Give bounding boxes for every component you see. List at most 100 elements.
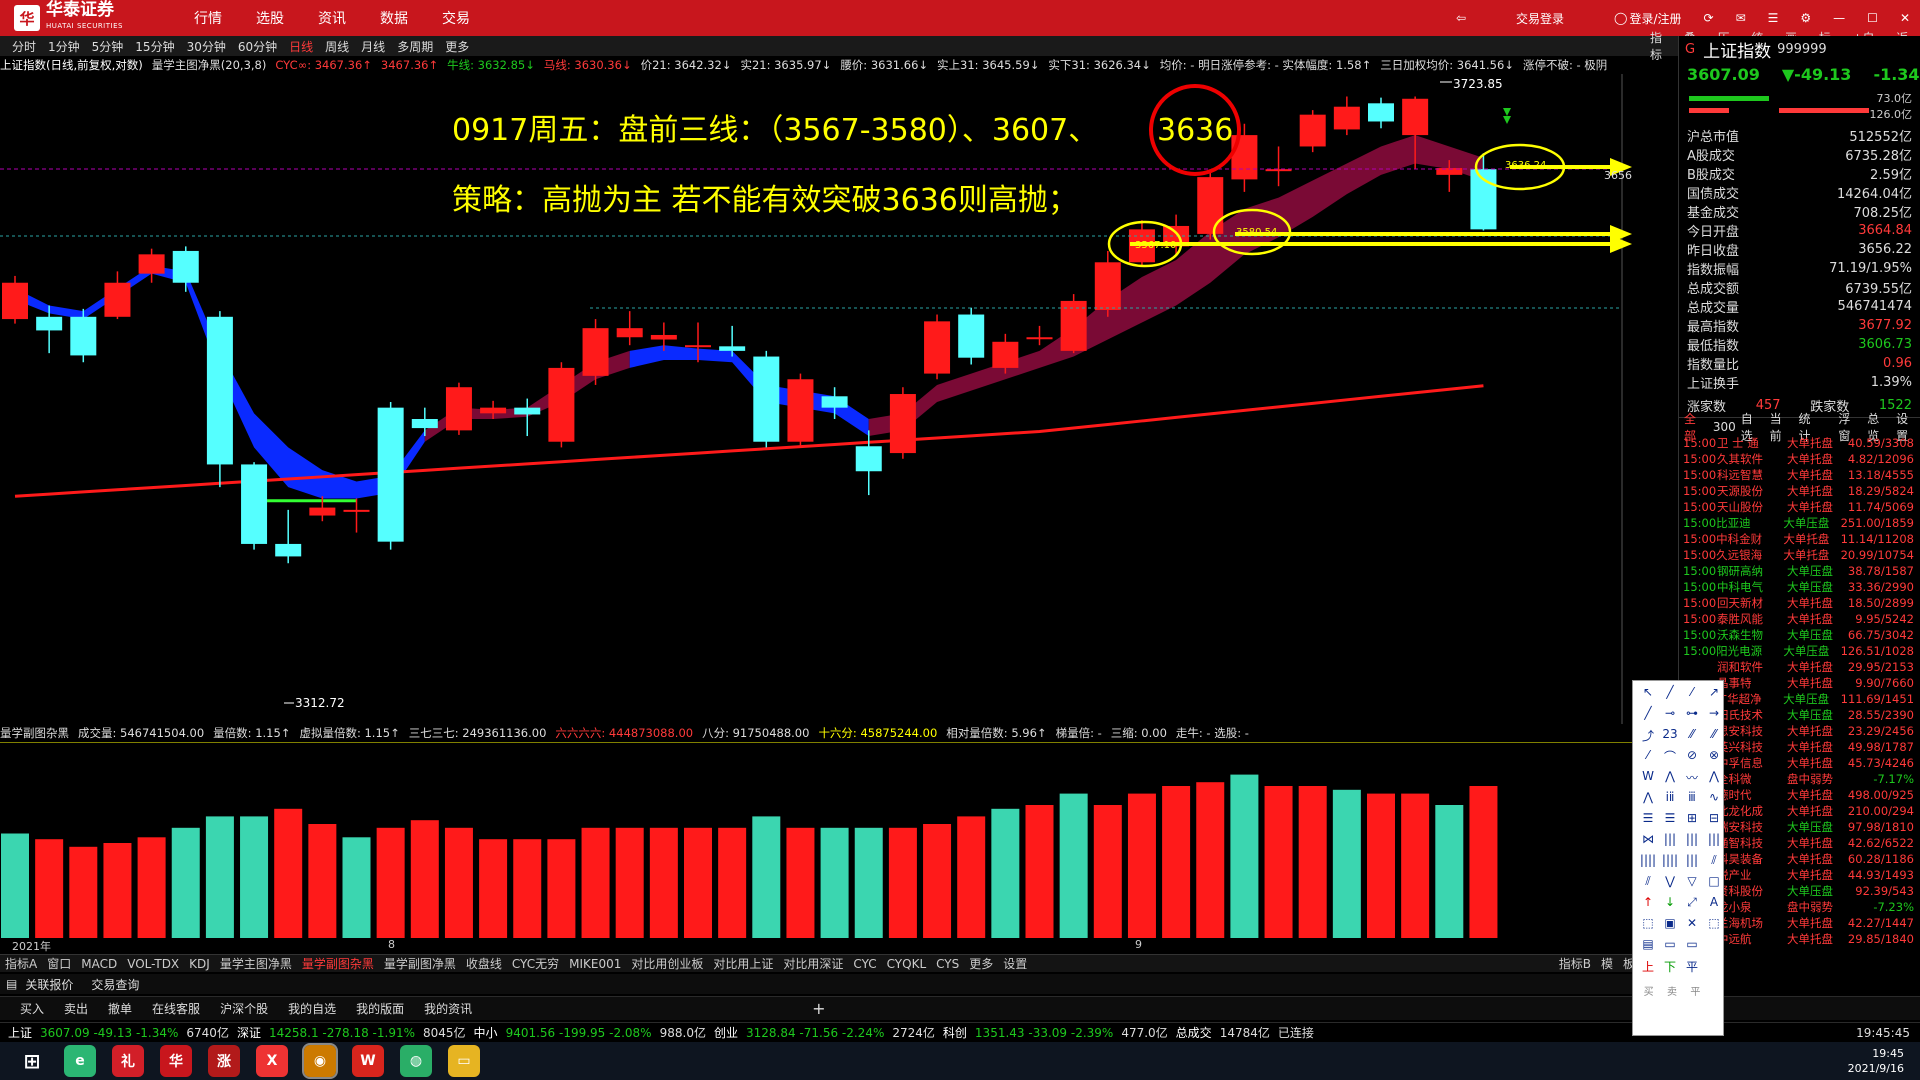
draw-tool-icon[interactable]: ∿ [1703, 790, 1725, 811]
candle[interactable] [70, 308, 97, 363]
draw-tool-icon[interactable] [1703, 937, 1725, 958]
draw-tool-icon[interactable]: |||| [1659, 853, 1681, 874]
radar-list-item[interactable]: 15:00 中科金财 大单托盘 11.14/11208 [1679, 531, 1920, 547]
indicator-tab-10[interactable]: MIKE001 [564, 957, 626, 971]
draw-tool-icon[interactable]: ↑ [1637, 895, 1659, 916]
minimize-icon[interactable]: — [1833, 11, 1845, 25]
draw-tool-icon[interactable]: ⊸ [1659, 706, 1681, 727]
wps-app-icon[interactable]: W [352, 1045, 384, 1077]
draw-tool-icon[interactable]: ▣ [1659, 916, 1681, 937]
draw-tool-icon[interactable]: ||| [1659, 832, 1681, 853]
draw-tool-icon[interactable]: ⌒ [1659, 748, 1681, 769]
draw-tool-icon[interactable]: ⊶ [1681, 706, 1703, 727]
draw-tool-icon[interactable]: W [1637, 769, 1659, 790]
draw-tool-icon[interactable]: ▽ [1681, 874, 1703, 895]
draw-tool-icon[interactable]: ↗ [1703, 685, 1725, 706]
grid-icon[interactable]: ▤ [6, 977, 17, 991]
period-tab-5[interactable]: 60分钟 [238, 38, 277, 55]
back-arrow-icon[interactable]: ⇦ [1456, 11, 1466, 25]
radar-list-item[interactable]: 15:00 久远银海 大单托盘 20.99/10754 [1679, 547, 1920, 563]
indicator-tab-1[interactable]: 窗口 [42, 955, 76, 972]
candle[interactable] [377, 401, 404, 550]
trade-button-1[interactable]: 卖出 [64, 1000, 88, 1017]
draw-tool-icon[interactable]: ⅰⅱ [1659, 790, 1681, 811]
indicator-tab-5[interactable]: 量学主图净黑 [215, 955, 297, 972]
windows-start-icon[interactable]: ⊞ [16, 1045, 48, 1077]
radar-list-item[interactable]: 15:00 卫 士 通 大单托盘 40.59/3308 [1679, 435, 1920, 451]
period-tab-1[interactable]: 1分钟 [48, 38, 80, 55]
volume-chart[interactable] [0, 742, 1640, 938]
radar-list-item[interactable]: 15:00 回天新材 大单托盘 18.50/2899 [1679, 595, 1920, 611]
gift-app-icon[interactable]: 礼 [112, 1045, 144, 1077]
menu-item-market[interactable]: 行情 [194, 8, 222, 28]
candle[interactable] [1265, 146, 1292, 187]
indicator-tab-4[interactable]: KDJ [184, 957, 215, 971]
radar-list-item[interactable]: 15:00 钢研高纳 大单压盘 38.78/1587 [1679, 563, 1920, 579]
quick-tab-trade-query[interactable]: 交易查询 [91, 976, 139, 993]
candle[interactable] [206, 311, 233, 488]
draw-tool-icon[interactable]: ⊗ [1703, 748, 1725, 769]
draw-tool-icon[interactable]: ||| [1681, 832, 1703, 853]
draw-tool-icon[interactable]: ▭ [1659, 937, 1681, 958]
period-tab-9[interactable]: 多周期 [397, 38, 433, 55]
candle[interactable] [1026, 325, 1053, 346]
draw-tool-icon[interactable]: ⤢ [1681, 895, 1703, 916]
list-tab-1[interactable]: 300 [1713, 420, 1736, 434]
candle[interactable] [616, 311, 643, 346]
candle[interactable] [855, 430, 882, 496]
indicator-tab-9[interactable]: CYC无穷 [507, 955, 564, 972]
trade-button-4[interactable]: 沪深个股 [220, 1000, 268, 1017]
draw-tool-icon[interactable]: 〰 [1681, 769, 1703, 790]
radar-list-item[interactable]: 15:00 天山股份 大单托盘 11.74/5069 [1679, 499, 1920, 515]
menu-item-trade[interactable]: 交易 [442, 8, 470, 28]
mail-icon[interactable]: ✉ [1736, 11, 1746, 25]
draw-tool-icon[interactable]: ||| [1681, 853, 1703, 874]
draw-tool-icon[interactable]: ▭ [1681, 937, 1703, 958]
indicator-tab-11[interactable]: 对比用创业板 [626, 955, 708, 972]
draw-tool-icon[interactable]: |||| [1637, 853, 1659, 874]
indicator-tab-16[interactable]: CYS [931, 957, 964, 971]
candle[interactable] [958, 307, 985, 365]
radar-list-item[interactable]: 15:00 久其软件 大单托盘 4.82/12096 [1679, 451, 1920, 467]
indicator-tab-7[interactable]: 量学副图净黑 [379, 955, 461, 972]
candle[interactable] [1368, 97, 1394, 129]
radar-list-item[interactable]: 15:00 科远智慧 大单托盘 13.18/4555 [1679, 467, 1920, 483]
draw-tool-icon[interactable]: ╱ [1659, 685, 1681, 706]
candle[interactable] [445, 382, 472, 435]
maximize-icon[interactable]: ☐ [1867, 11, 1878, 25]
add-icon[interactable]: + [812, 999, 825, 1018]
draw-tool-icon[interactable]: ⤴ [1637, 727, 1659, 748]
draw-tool-icon[interactable]: ⁄⁄ [1703, 727, 1725, 748]
candle[interactable] [1094, 250, 1121, 317]
draw-tool-icon[interactable]: ↖ [1637, 685, 1659, 706]
radar-list-item[interactable]: 15:00 阳光电源 大单压盘 126.51/1028 [1679, 643, 1920, 659]
draw-tool-icon[interactable]: ✕ [1681, 916, 1703, 937]
period-tab-2[interactable]: 5分钟 [92, 38, 124, 55]
draw-tool-icon[interactable]: 平 [1681, 958, 1703, 979]
radar-list-item[interactable]: 15:00 比亚迪 大单压盘 251.00/1859 [1679, 515, 1920, 531]
trade-button-3[interactable]: 在线客服 [152, 1000, 200, 1017]
indicator-tab-8[interactable]: 收盘线 [461, 955, 507, 972]
candle[interactable] [104, 271, 131, 320]
candle[interactable] [1333, 96, 1360, 136]
draw-tool-icon[interactable]: ⊘ [1681, 748, 1703, 769]
indicator-tab-12[interactable]: 对比用上证 [708, 955, 778, 972]
candle[interactable] [1197, 169, 1224, 240]
candle[interactable] [889, 387, 916, 459]
radar-list-item[interactable]: 润和软件 大单托盘 29.95/2153 [1679, 659, 1920, 675]
close-icon[interactable]: ✕ [1900, 11, 1910, 25]
period-tab-3[interactable]: 15分钟 [135, 38, 174, 55]
candle[interactable] [1231, 123, 1258, 192]
draw-tool-icon[interactable]: ⅲ [1681, 790, 1703, 811]
period-tab-7[interactable]: 周线 [325, 38, 349, 55]
indicator-tab-18[interactable]: 设置 [998, 955, 1032, 972]
settings-gear-icon[interactable]: ⚙ [1800, 11, 1811, 25]
indicator-tab-6[interactable]: 量学副图杂黑 [297, 955, 379, 972]
draw-tool-icon[interactable]: ↓ [1659, 895, 1681, 916]
candle[interactable] [343, 498, 370, 533]
draw-tool-icon[interactable]: 23 [1659, 727, 1681, 748]
candlestick-chart[interactable]: 0917周五：盘前三线：（3567-3580）、3607、 3636 策略：高抛为主… [0, 74, 1640, 724]
indicator-tab-2[interactable]: MACD [76, 957, 122, 971]
candle[interactable] [172, 246, 199, 292]
draw-tool-icon[interactable]: A [1703, 895, 1725, 916]
